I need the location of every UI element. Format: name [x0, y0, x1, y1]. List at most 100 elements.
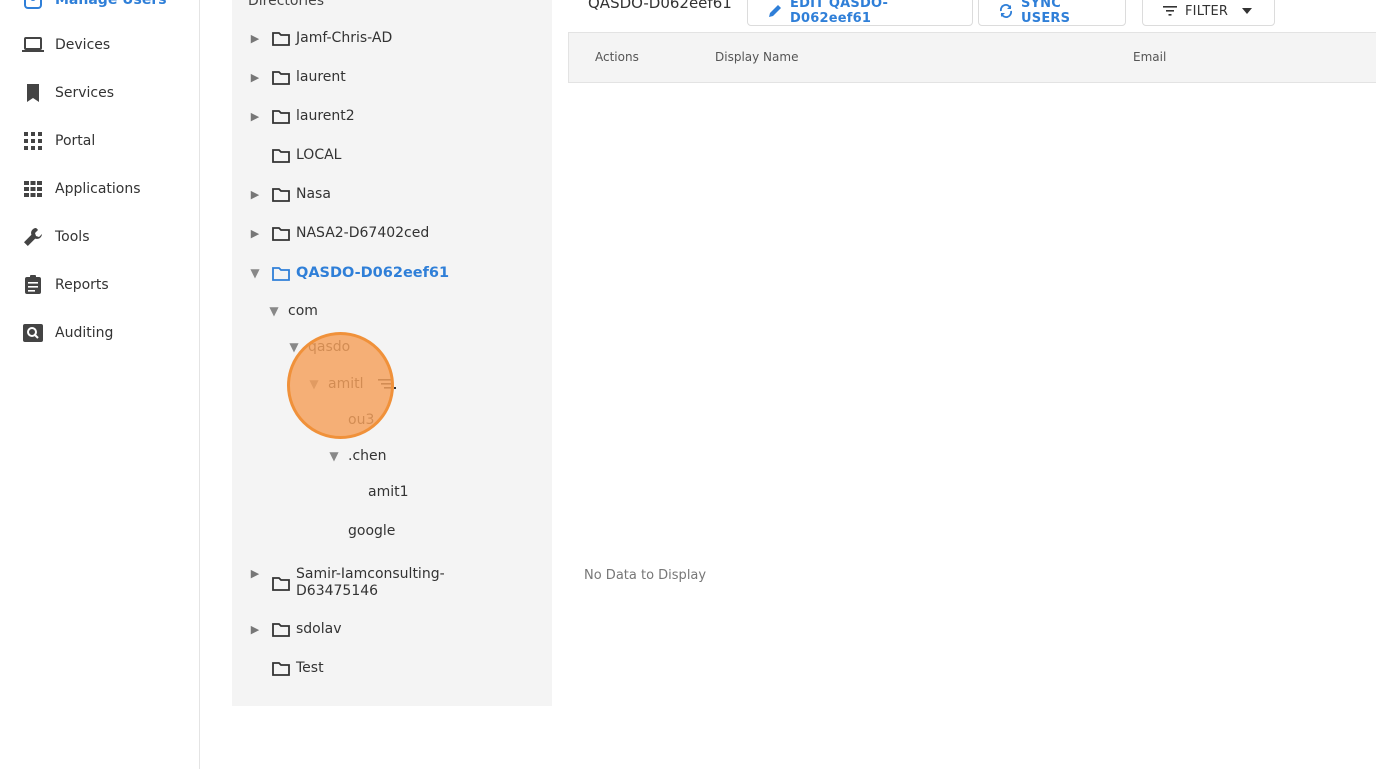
nav-label: Reports: [55, 277, 109, 293]
folder-icon: [272, 107, 290, 125]
grid-icon: [22, 130, 44, 152]
tree-item-test[interactable]: Test: [249, 657, 324, 679]
expand-arrow-icon[interactable]: ▶: [249, 71, 261, 84]
expand-arrow-icon[interactable]: ▶: [249, 227, 261, 240]
collapse-arrow-icon[interactable]: ▼: [308, 377, 320, 391]
expand-arrow-icon[interactable]: ▶: [249, 623, 261, 636]
empty-table-message: No Data to Display: [584, 568, 707, 583]
folder-icon: [272, 659, 290, 677]
nav-label: Portal: [55, 133, 96, 149]
nav-label: Tools: [55, 229, 90, 245]
nav-label: Auditing: [55, 325, 114, 341]
tree-item-qasdo-d062eef61[interactable]: ▼ QASDO-D062eef61: [249, 262, 449, 284]
tree-item-sdolav[interactable]: ▶ sdolav: [249, 618, 342, 640]
tree-item-nasa2[interactable]: ▶ NASA2-D67402ced: [249, 222, 429, 244]
directories-panel: Directories ▶ Jamf-Chris-AD ▶ laurent ▶ …: [232, 0, 552, 706]
collapse-arrow-icon[interactable]: ▼: [249, 266, 261, 280]
laptop-icon: [22, 34, 44, 56]
directories-heading: Directories: [248, 0, 325, 9]
folder-open-icon: [272, 264, 290, 282]
clipboard-icon: [22, 274, 44, 296]
edit-directory-button[interactable]: EDIT QASDO-D062eef61: [747, 0, 973, 26]
tree-label: amitl: [328, 376, 364, 392]
tree-item-nasa[interactable]: ▶ Nasa: [249, 183, 331, 205]
menu-lines-icon[interactable]: [377, 378, 396, 390]
tree-label: Jamf-Chris-AD: [296, 30, 393, 46]
sync-users-button[interactable]: SYNC USERS: [978, 0, 1126, 26]
filter-label: FILTER: [1185, 3, 1229, 19]
edit-directory-label: EDIT QASDO-D062eef61: [790, 0, 889, 26]
nav-item-reports[interactable]: Reports: [22, 272, 109, 298]
nav-item-manage-users[interactable]: Manage Users: [22, 0, 167, 13]
expand-arrow-icon[interactable]: ▶: [249, 32, 261, 45]
users-table-header: Actions Display Name Email: [568, 32, 1376, 83]
bookmark-icon: [22, 82, 44, 104]
tree-item-amit1[interactable]: amit1: [368, 481, 409, 503]
tree-item-samir-iamconsulting[interactable]: ▶ Samir-Iamconsulting-D63475146: [249, 566, 456, 600]
side-navigation: Manage Users Devices Services Portal App…: [0, 0, 200, 769]
tree-label: LOCAL: [296, 147, 342, 163]
tree-item-jamf-chris-ad[interactable]: ▶ Jamf-Chris-AD: [249, 27, 392, 49]
caret-down-icon: [1242, 8, 1253, 14]
nav-item-tools[interactable]: Tools: [22, 224, 90, 250]
nav-item-auditing[interactable]: Auditing: [22, 320, 113, 346]
folder-icon: [272, 574, 290, 592]
collapse-arrow-icon[interactable]: ▼: [268, 304, 280, 318]
tree-label: laurent2: [296, 108, 355, 124]
nav-item-applications[interactable]: Applications: [22, 176, 141, 202]
folder-icon: [272, 29, 290, 47]
tree-label: qasdo: [308, 339, 351, 355]
tree-item-chen[interactable]: ▼ .chen: [328, 445, 387, 467]
column-header-actions[interactable]: Actions: [595, 50, 639, 64]
nav-item-devices[interactable]: Devices: [22, 32, 110, 58]
pencil-icon: [768, 4, 782, 18]
tree-item-google[interactable]: google: [348, 520, 395, 542]
tree-label: NASA2-D67402ced: [296, 225, 430, 241]
page-title: QASDO-D062eef61: [588, 0, 732, 12]
sync-icon: [999, 4, 1013, 18]
filter-button[interactable]: FILTER: [1142, 0, 1275, 26]
nav-label: Devices: [55, 37, 111, 53]
apps-icon: [22, 178, 44, 200]
nav-item-portal[interactable]: Portal: [22, 128, 95, 154]
expand-arrow-icon[interactable]: ▶: [249, 110, 261, 123]
tree-label: google: [348, 523, 396, 539]
column-header-email[interactable]: Email: [1133, 50, 1166, 64]
tree-label: Test: [296, 660, 324, 676]
folder-icon: [272, 146, 290, 164]
sync-users-label: SYNC USERS: [1021, 0, 1071, 26]
expand-arrow-icon[interactable]: ▶: [249, 188, 261, 201]
expand-arrow-icon[interactable]: ▶: [249, 567, 261, 580]
folder-icon: [272, 68, 290, 86]
tree-label: sdolav: [296, 621, 342, 637]
tree-label: com: [288, 303, 318, 319]
folder-icon: [272, 224, 290, 242]
audit-search-icon: [22, 322, 44, 344]
tree-label: ou3: [348, 412, 375, 428]
nav-item-services[interactable]: Services: [22, 80, 114, 106]
tree-item-laurent[interactable]: ▶ laurent: [249, 66, 346, 88]
tree-item-amitl[interactable]: ▼ amitl: [308, 373, 396, 395]
tree-label-selected: QASDO-D062eef61: [296, 265, 450, 281]
folder-icon: [272, 620, 290, 638]
collapse-arrow-icon[interactable]: ▼: [288, 340, 300, 354]
tree-label: .chen: [348, 448, 387, 464]
tree-item-local[interactable]: LOCAL: [249, 144, 341, 166]
users-icon: [22, 0, 44, 11]
nav-label: Applications: [55, 181, 141, 197]
tree-item-ou3[interactable]: ou3: [348, 409, 374, 431]
tree-label: amit1: [368, 484, 409, 500]
collapse-arrow-icon[interactable]: ▼: [328, 449, 340, 463]
folder-icon: [272, 185, 290, 203]
filter-lines-icon: [1163, 6, 1177, 16]
tree-label: laurent: [296, 69, 346, 85]
wrench-icon: [22, 226, 44, 248]
nav-label: Manage Users: [55, 0, 167, 8]
tree-item-laurent2[interactable]: ▶ laurent2: [249, 105, 355, 127]
tree-item-com[interactable]: ▼ com: [268, 300, 318, 322]
tree-item-qasdo[interactable]: ▼ qasdo: [288, 336, 350, 358]
tree-label: Nasa: [296, 186, 331, 202]
column-header-display-name[interactable]: Display Name: [715, 50, 798, 64]
nav-label: Services: [55, 85, 115, 101]
tree-label: Samir-Iamconsulting-D63475146: [296, 566, 445, 599]
